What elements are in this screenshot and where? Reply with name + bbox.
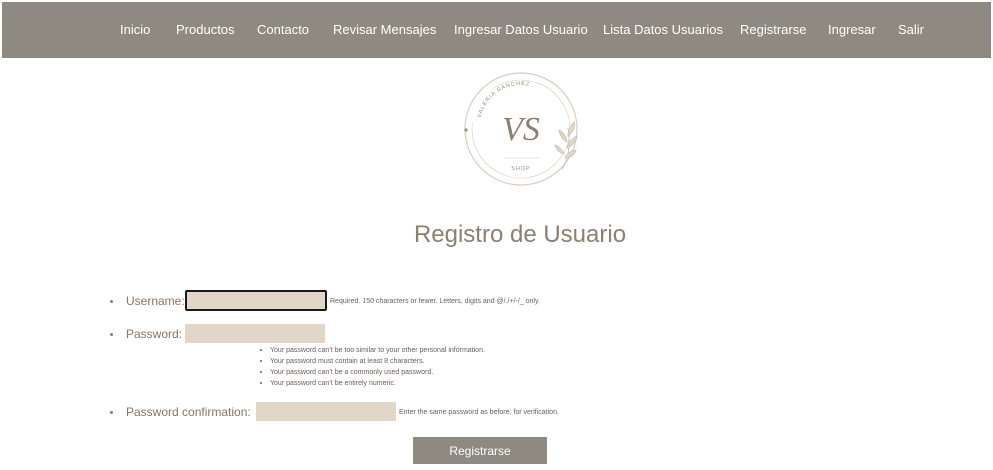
- password-help-item: Your password can’t be too similar to yo…: [260, 345, 485, 356]
- password-confirmation-label: Password confirmation:: [126, 405, 251, 419]
- logo-subtext: SHOP: [511, 166, 531, 172]
- username-input[interactable]: [185, 290, 327, 311]
- username-help-text: Required. 150 characters or fewer. Lette…: [330, 298, 540, 305]
- password-input[interactable]: [185, 324, 325, 343]
- top-navbar: Inicio Productos Contacto Revisar Mensaj…: [2, 2, 991, 58]
- password-confirmation-help-text: Enter the same password as before, for v…: [399, 409, 559, 416]
- nav-link-salir[interactable]: Salir: [898, 22, 924, 38]
- nav-link-ingresar[interactable]: Ingresar: [828, 22, 876, 38]
- logo-monogram: VS: [502, 111, 540, 148]
- list-bullet: [110, 300, 113, 303]
- password-help-item: Your password must contain at least 8 ch…: [260, 356, 485, 367]
- page-title: Registro de Usuario: [413, 221, 627, 248]
- nav-link-contacto[interactable]: Contacto: [257, 22, 309, 38]
- list-bullet: [110, 333, 113, 336]
- password-confirmation-input[interactable]: [256, 402, 396, 421]
- nav-link-productos[interactable]: Productos: [176, 22, 235, 38]
- password-help-list: Your password can’t be too similar to yo…: [260, 345, 485, 389]
- password-help-item: Your password can’t be a commonly used p…: [260, 367, 485, 378]
- password-label: Password:: [126, 327, 183, 341]
- password-help-item: Your password can’t be entirely numeric.: [260, 378, 485, 389]
- registrarse-button[interactable]: Registrarse: [413, 437, 547, 464]
- nav-link-revisar-mensajes[interactable]: Revisar Mensajes: [333, 22, 436, 38]
- nav-link-inicio[interactable]: Inicio: [120, 22, 150, 38]
- list-bullet: [110, 411, 113, 414]
- nav-link-ingresar-datos-usuario[interactable]: Ingresar Datos Usuario: [454, 22, 588, 38]
- username-label: Username:: [126, 294, 185, 308]
- nav-link-registrarse[interactable]: Registrarse: [740, 22, 806, 38]
- brand-logo: VALERIA SANCHEZ VS SHOP: [464, 72, 578, 186]
- nav-link-lista-datos-usuarios[interactable]: Lista Datos Usuarios: [603, 22, 723, 38]
